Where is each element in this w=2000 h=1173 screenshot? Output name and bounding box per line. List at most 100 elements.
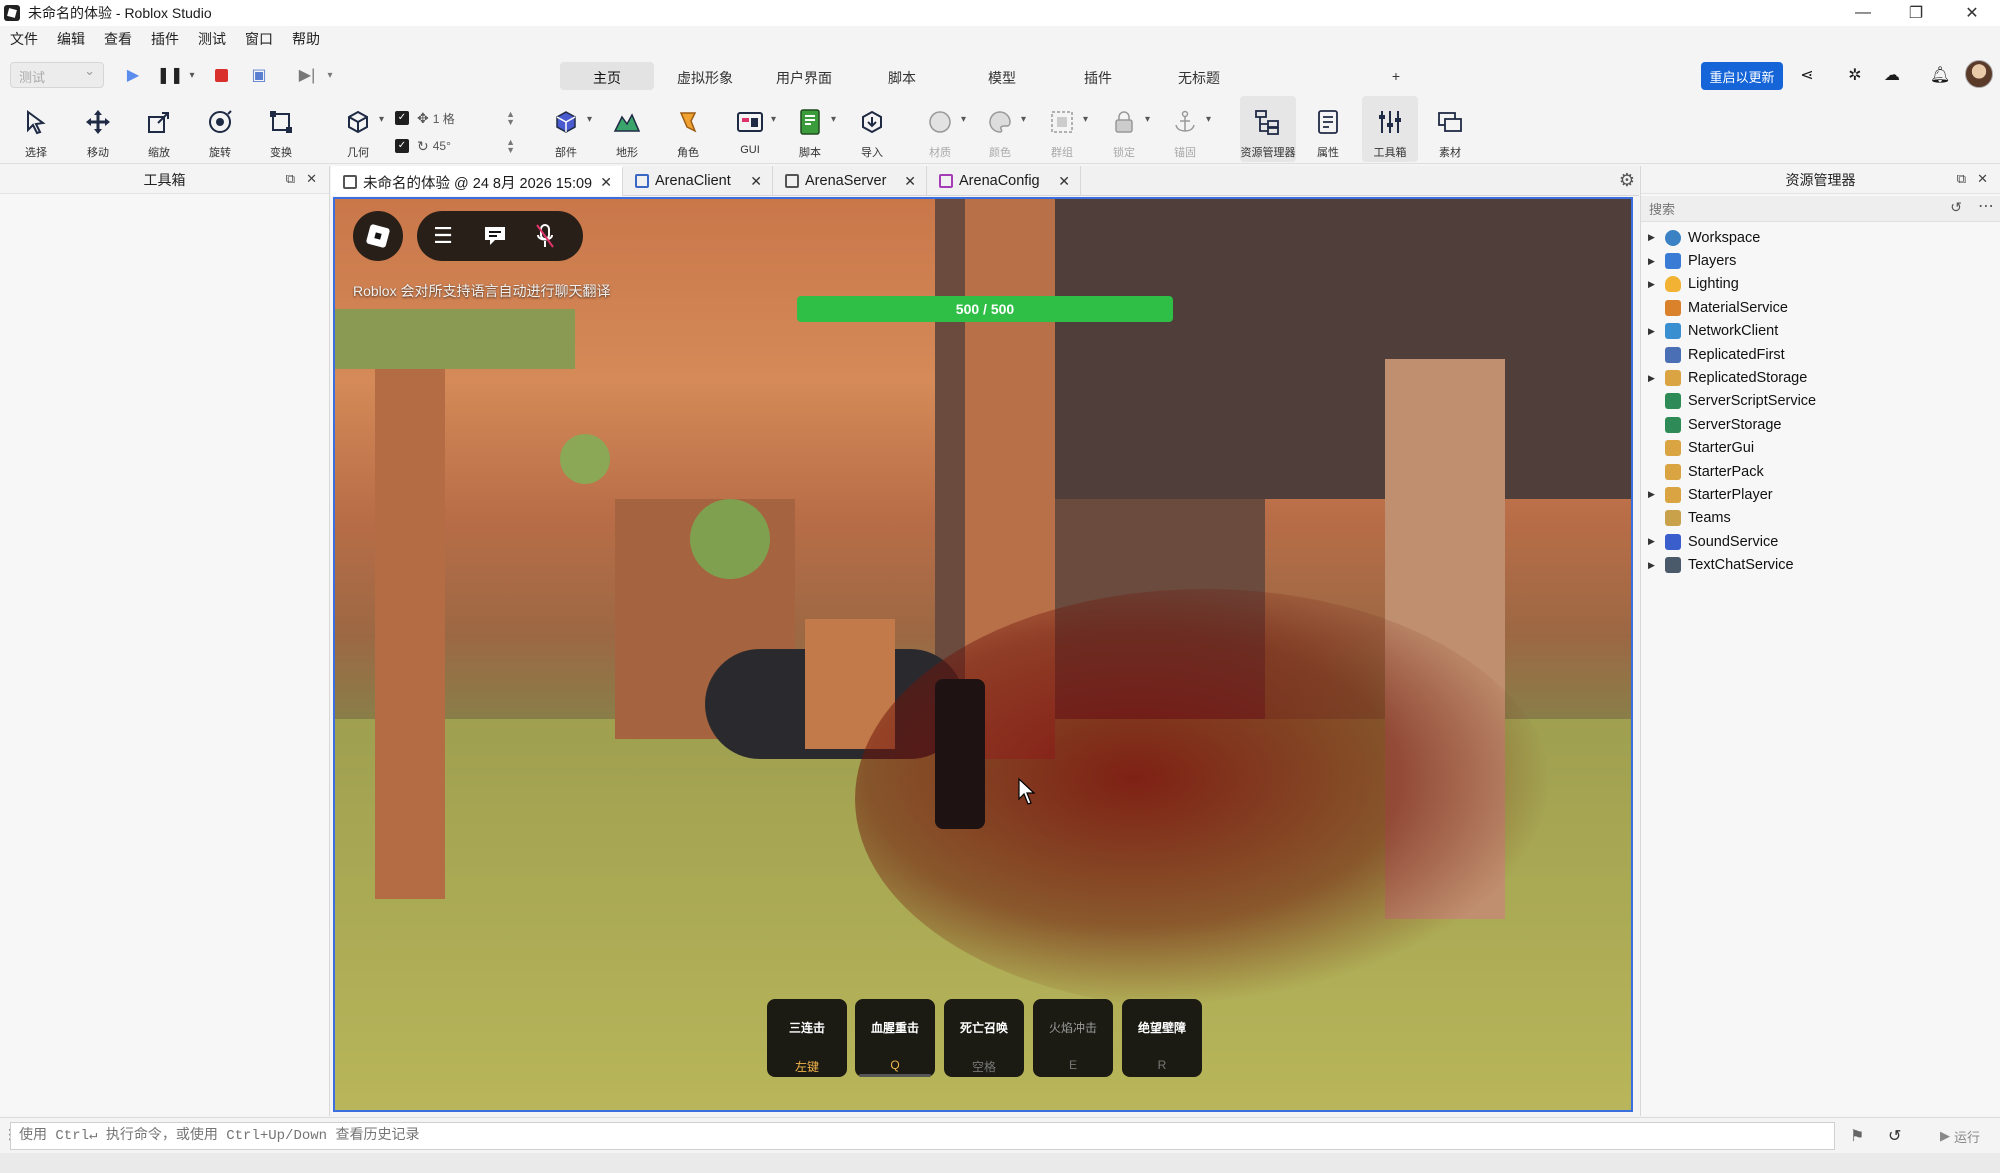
minimize-button[interactable]: — [1835, 0, 1891, 26]
explorer-toggle[interactable]: 资源管理器 [1240, 96, 1296, 162]
spinner-icon[interactable]: ▲ ▼ [506, 138, 515, 155]
bell-icon[interactable]: 🔔︎ [1928, 64, 1952, 86]
tree-item-starterplayer[interactable]: ▶ StarterPlayer [1641, 483, 2000, 506]
move-snap-value[interactable]: 1 格 [433, 110, 455, 127]
character-tool[interactable]: 角色 [660, 96, 716, 162]
menu-plugins[interactable]: 插件 [151, 29, 179, 49]
expand-caret-icon[interactable]: ▶ [1648, 489, 1655, 500]
expand-caret-icon[interactable]: ▶ [1648, 279, 1655, 290]
scale-tool[interactable]: 缩放 [131, 96, 187, 162]
expand-caret-icon[interactable]: ▶ [1648, 560, 1655, 571]
stop-icon[interactable] [209, 64, 233, 86]
tab-untitled[interactable]: 无标题 [1164, 62, 1234, 90]
chevron-down-icon[interactable]: ▾ [180, 64, 204, 86]
tree-item-serverstorage[interactable]: ServerStorage [1641, 413, 2000, 436]
skill-button-r[interactable]: 绝望壁障 R [1122, 999, 1202, 1077]
part-tool[interactable]: 部件 [538, 96, 594, 162]
restart-to-update-button[interactable]: 重启以更新 [1701, 62, 1783, 90]
tree-item-textchatservice[interactable]: ▶ TextChatService [1641, 553, 2000, 576]
add-tab-button[interactable]: + [1384, 62, 1408, 90]
collaborate-icon[interactable]: ✲ [1843, 64, 1867, 86]
expand-caret-icon[interactable]: ▶ [1648, 232, 1655, 243]
skill-button-combo[interactable]: 三连击 左键 [767, 999, 847, 1077]
roblox-menu-button[interactable] [353, 211, 403, 261]
more-options-icon[interactable]: ⋯ [1978, 196, 1994, 216]
tree-item-replicatedstorage[interactable]: ▶ ReplicatedStorage [1641, 366, 2000, 389]
material-tool[interactable]: 材质 [912, 96, 968, 162]
tab-home[interactable]: 主页 [560, 62, 654, 90]
tree-item-replicatedfirst[interactable]: ReplicatedFirst [1641, 343, 2000, 366]
skill-button-space[interactable]: 死亡召唤 空格 [944, 999, 1024, 1077]
menu-window[interactable]: 窗口 [245, 29, 273, 49]
microphone-muted-icon[interactable] [525, 223, 565, 249]
select-tool[interactable]: 选择 [8, 96, 64, 162]
restore-button[interactable]: ❐ [1888, 0, 1944, 26]
explorer-search-input[interactable] [1649, 199, 1949, 219]
expand-caret-icon[interactable]: ▶ [1648, 373, 1655, 384]
close-tab-icon[interactable]: ✕ [750, 173, 762, 190]
close-window-button[interactable]: ✕ [1944, 0, 2000, 26]
close-tab-icon[interactable]: ✕ [1058, 173, 1070, 190]
tree-item-networkclient[interactable]: ▶ NetworkClient [1641, 320, 2000, 343]
avatar[interactable] [1965, 60, 1993, 88]
rotate-snap-value[interactable]: 45° [433, 139, 451, 153]
group-tool[interactable]: 群组 [1034, 96, 1090, 162]
tree-item-lighting[interactable]: ▶ Lighting [1641, 273, 2000, 296]
gear-icon[interactable]: ⚙ [1619, 170, 1635, 191]
popout-icon[interactable]: ⧉ [1957, 171, 1966, 187]
close-icon[interactable]: ✕ [306, 171, 317, 187]
close-icon[interactable]: ✕ [1977, 171, 1988, 187]
tree-item-materialservice[interactable]: MaterialService [1641, 296, 2000, 319]
step-dropdown-icon[interactable]: ▾ [318, 64, 342, 86]
tab-arenaserver[interactable]: ArenaServer ✕ [773, 166, 927, 196]
menu-test[interactable]: 测试 [198, 29, 226, 49]
step-icon[interactable]: ▶| [295, 64, 319, 86]
tab-avatar[interactable]: 虚拟形象 [665, 62, 745, 90]
gui-tool[interactable]: GUI [722, 96, 778, 162]
tab-ui[interactable]: 用户界面 [762, 62, 846, 90]
client-server-icon[interactable]: ▣ [247, 64, 271, 86]
test-mode-select[interactable]: 测试 [10, 62, 104, 88]
history-icon[interactable]: ↺ [1888, 1126, 1901, 1146]
import-tool[interactable]: 导入 [844, 96, 900, 162]
close-tab-icon[interactable]: ✕ [600, 174, 612, 191]
run-button[interactable]: ▶ 运行 [1928, 1124, 1992, 1148]
close-tab-icon[interactable]: ✕ [904, 173, 916, 190]
move-snap-control[interactable]: ✓ ✥ 1 格 ▲ ▼ [395, 106, 515, 130]
game-viewport[interactable]: ☰ Roblox 会对所支持语言自动进行聊天翻译 500 / 500 三连击 左… [333, 197, 1633, 1112]
tab-arenaconfig[interactable]: ArenaConfig ✕ [927, 166, 1081, 196]
rotate-snap-control[interactable]: ✓ ↻ 45° ▲ ▼ [395, 134, 515, 158]
assets-toggle[interactable]: 素材 [1422, 96, 1478, 162]
tab-model[interactable]: 模型 [970, 62, 1034, 90]
tab-game-place[interactable]: 未命名的体验 @ 24 8月 2026 15:09 ✕ [331, 166, 623, 196]
play-icon[interactable]: ▶ [121, 64, 145, 86]
transform-tool[interactable]: 变换 [253, 96, 309, 162]
properties-toggle[interactable]: 属性 [1300, 96, 1356, 162]
menu-file[interactable]: 文件 [10, 29, 38, 49]
cloud-icon[interactable]: ☁ [1880, 64, 1904, 86]
pause-icon[interactable]: ❚❚ [157, 64, 184, 86]
expand-caret-icon[interactable]: ▶ [1648, 536, 1655, 547]
toolbox-toggle[interactable]: 工具箱 [1362, 96, 1418, 162]
tree-item-serverscriptservice[interactable]: ServerScriptService [1641, 390, 2000, 413]
checkbox-checked-icon[interactable]: ✓ [395, 139, 409, 153]
script-tool[interactable]: 脚本 [782, 96, 838, 162]
command-input[interactable] [10, 1122, 1835, 1150]
menu-edit[interactable]: 编辑 [57, 29, 85, 49]
spinner-icon[interactable]: ▲ ▼ [506, 110, 515, 127]
skill-button-q[interactable]: 血腥重击 Q [855, 999, 935, 1077]
bookmark-icon[interactable]: ⚑ [1850, 1126, 1864, 1146]
hamburger-menu-icon[interactable]: ☰ [423, 223, 463, 249]
terrain-tool[interactable]: 地形 [599, 96, 655, 162]
tree-item-players[interactable]: ▶ Players [1641, 249, 2000, 272]
tree-item-soundservice[interactable]: ▶ SoundService [1641, 530, 2000, 553]
anchor-tool[interactable]: 锚固 [1157, 96, 1213, 162]
popout-icon[interactable]: ⧉ [286, 171, 295, 187]
tree-item-startergui[interactable]: StarterGui [1641, 437, 2000, 460]
checkbox-checked-icon[interactable]: ✓ [395, 111, 409, 125]
menu-help[interactable]: 帮助 [292, 29, 320, 49]
skill-button-e[interactable]: 火焰冲击 E [1033, 999, 1113, 1077]
rotate-tool[interactable]: 旋转 [192, 96, 248, 162]
tree-item-teams[interactable]: Teams [1641, 507, 2000, 530]
geometry-tool[interactable]: 几何 [330, 96, 386, 162]
